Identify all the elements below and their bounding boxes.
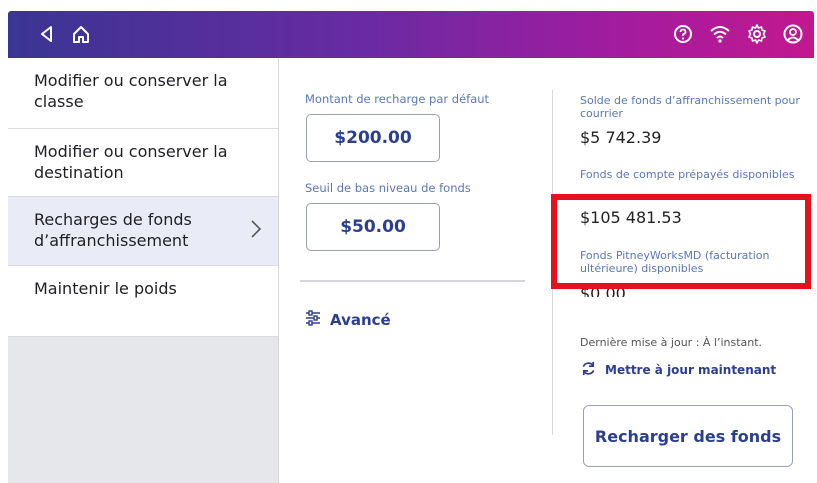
postage-balance-value: $5 742.39: [580, 128, 662, 147]
refresh-label: Mettre à jour maintenant: [605, 363, 777, 377]
sidebar-item-destination[interactable]: Modifier ou conserver la destination: [8, 129, 278, 197]
sidebar-item-postage-refills[interactable]: Recharges de fonds d’affranchissement: [8, 197, 278, 266]
highlight-box: [551, 194, 811, 289]
advanced-button[interactable]: Avancé: [304, 309, 391, 331]
divider: [300, 280, 525, 282]
postage-balance-label: Solde de fonds d’affranchissement pour c…: [580, 94, 800, 120]
sliders-icon: [304, 309, 322, 331]
default-amount-label: Montant de recharge par défaut: [305, 92, 490, 106]
advanced-label: Avancé: [330, 311, 391, 329]
home-icon[interactable]: [70, 23, 92, 45]
last-update-text: Dernière mise à jour : À l’instant.: [580, 336, 763, 349]
divider: [278, 58, 279, 483]
low-threshold-label: Seuil de bas niveau de fonds: [305, 181, 471, 195]
refresh-now-link[interactable]: Mettre à jour maintenant: [580, 360, 776, 380]
refresh-icon: [580, 360, 597, 380]
settings-icon[interactable]: [746, 23, 768, 45]
default-amount-button[interactable]: $200.00: [306, 114, 440, 162]
prepaid-funds-label: Fonds de compte prépayés disponibles: [580, 168, 795, 181]
back-icon[interactable]: [36, 23, 58, 45]
low-threshold-button[interactable]: $50.00: [306, 203, 440, 251]
sidebar-item-label: Maintenir le poids: [34, 279, 177, 298]
sidebar-item-label: Modifier ou conserver la classe: [34, 71, 228, 111]
sidebar-item-label: Modifier ou conserver la destination: [34, 142, 228, 182]
chevron-right-icon: [250, 219, 262, 239]
account-icon[interactable]: [782, 23, 804, 45]
sidebar-item-weight[interactable]: Maintenir le poids: [8, 266, 278, 337]
wifi-icon: [709, 23, 731, 45]
sidebar-item-class[interactable]: Modifier ou conserver la classe: [8, 58, 278, 129]
sidebar-item-label: Recharges de fonds d’affranchissement: [34, 210, 192, 250]
top-bar: [8, 11, 814, 58]
recharge-funds-button[interactable]: Recharger des fonds: [583, 405, 793, 467]
help-icon[interactable]: [672, 23, 694, 45]
sidebar: Modifier ou conserver la classe Modifier…: [8, 58, 278, 483]
